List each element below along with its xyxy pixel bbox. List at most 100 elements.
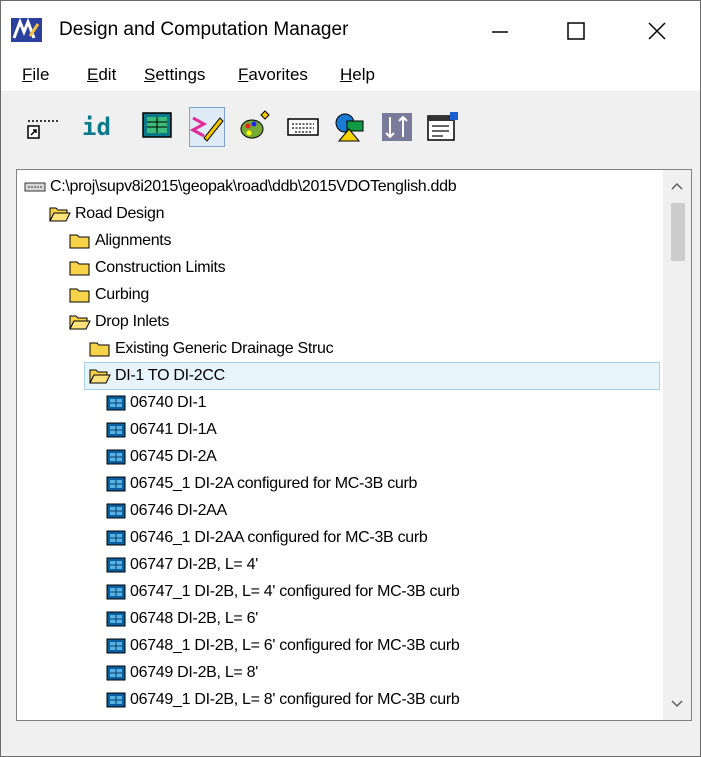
shapes-button[interactable] <box>331 107 367 147</box>
draw-icon <box>189 116 224 142</box>
tree-item-node[interactable]: 06745 DI-2A <box>106 445 217 469</box>
tree-item-node[interactable]: 06747_1 DI-2B, L= 4' configured for MC-3… <box>106 580 460 604</box>
tree-node-label: Alignments <box>95 232 172 249</box>
folder-open-icon <box>69 315 91 330</box>
minimize-button[interactable] <box>468 9 532 53</box>
tree-node-label: 06740 DI-1 <box>130 394 207 411</box>
tree-node-label: 06747 DI-2B, L= 4' <box>130 556 258 573</box>
tree-item-node[interactable]: 06740 DI-1 <box>106 391 206 415</box>
tree-folder-node[interactable]: Alignments <box>69 229 171 253</box>
tree-item-node[interactable]: 06749 DI-2B, L= 8' <box>106 661 258 685</box>
item-icon <box>106 665 126 681</box>
item-icon <box>106 584 126 600</box>
measure-button[interactable] <box>25 107 61 147</box>
maximize-button[interactable] <box>544 9 608 53</box>
tree-folder-node[interactable]: Curbing <box>69 283 149 307</box>
scroll-up-button[interactable] <box>663 172 691 200</box>
menu-bar: File Edit Settings Favorites Help <box>1 56 700 91</box>
tree-folder-node[interactable]: Road Design <box>49 202 165 226</box>
app-logo-icon <box>11 18 42 42</box>
menu-settings[interactable]: Settings <box>144 65 205 85</box>
tree-node-label: 06748_1 DI-2B, L= 6' configured for MC-3… <box>130 637 460 654</box>
item-icon <box>106 692 126 708</box>
display-icon <box>142 112 172 138</box>
chevron-down-icon <box>671 700 683 708</box>
scroll-down-button[interactable] <box>663 690 691 718</box>
close-button[interactable] <box>625 9 689 53</box>
tree-node-label: 06741 DI-1A <box>130 421 217 438</box>
keyin-icon <box>287 118 319 136</box>
item-icon <box>106 557 126 573</box>
tree-item-node[interactable]: 06748 DI-2B, L= 6' <box>106 607 258 631</box>
vertical-scrollbar[interactable] <box>663 170 691 720</box>
tree-root-node[interactable]: C:\proj\supv8i2015\geopak\road\ddb\2015V… <box>24 175 457 199</box>
palette-button[interactable] <box>237 107 273 147</box>
folder-icon <box>69 288 90 303</box>
tree-item-node[interactable]: 06749_1 DI-2B, L= 8' configured for MC-3… <box>106 688 460 712</box>
tree-item-node[interactable]: 06748_1 DI-2B, L= 6' configured for MC-3… <box>106 634 460 658</box>
item-icon <box>106 638 126 654</box>
window-title: Design and Computation Manager <box>59 19 349 40</box>
svg-text:id: id <box>82 113 111 141</box>
tree-node-label: 06746 DI-2AA <box>130 502 227 519</box>
scroll-thumb[interactable] <box>671 203 685 261</box>
keyin-button[interactable] <box>285 107 321 147</box>
folder-open-icon <box>89 369 111 384</box>
tree-item-node[interactable]: 06747 DI-2B, L= 4' <box>106 553 258 577</box>
tree-node-label: C:\proj\supv8i2015\geopak\road\ddb\2015V… <box>50 178 457 195</box>
tree-folder-node[interactable]: Existing Generic Drainage Struc <box>89 337 334 361</box>
tree-item-node[interactable]: 06746_1 DI-2AA configured for MC-3B curb <box>106 526 428 550</box>
app-window: Design and Computation Manager File Edit… <box>0 0 701 757</box>
close-icon <box>648 22 666 40</box>
tree-node-label: DI-1 TO DI-2CC <box>115 367 225 384</box>
tree-node-label: 06749_1 DI-2B, L= 8' configured for MC-3… <box>130 691 460 708</box>
folder-icon <box>69 261 90 276</box>
menu-file[interactable]: File <box>22 65 49 85</box>
id-button[interactable]: id <box>77 107 127 147</box>
minimize-icon <box>492 31 508 33</box>
item-icon <box>106 611 126 627</box>
measure-icon <box>27 120 58 139</box>
tree-view[interactable]: C:\proj\supv8i2015\geopak\road\ddb\2015V… <box>16 169 692 721</box>
item-icon <box>106 530 126 546</box>
item-icon <box>106 395 126 411</box>
tree-item-node[interactable]: 06745_1 DI-2A configured for MC-3B curb <box>106 472 417 496</box>
item-icon <box>106 476 126 492</box>
tree-folder-node-selected[interactable]: DI-1 TO DI-2CC <box>84 362 660 390</box>
tree-node-label: Construction Limits <box>95 259 226 276</box>
folder-icon <box>89 342 110 357</box>
folder-open-icon <box>49 207 71 222</box>
tree-node-label: Curbing <box>95 286 149 303</box>
tree-item-node[interactable]: 06746 DI-2AA <box>106 499 227 523</box>
shapes-icon <box>335 113 364 142</box>
display-button[interactable] <box>139 107 175 147</box>
item-icon <box>106 503 126 519</box>
tree-folder-node[interactable]: Drop Inlets <box>69 310 169 334</box>
tree-node-label: Drop Inlets <box>95 313 170 330</box>
menu-favorites[interactable]: Favorites <box>238 65 308 85</box>
palette-icon <box>240 110 270 139</box>
status-bar <box>1 722 700 756</box>
menu-edit[interactable]: Edit <box>87 65 116 85</box>
properties-button[interactable] <box>425 107 461 147</box>
tree-node-label: 06745_1 DI-2A configured for MC-3B curb <box>130 475 418 492</box>
item-icon <box>106 449 126 465</box>
chevron-up-icon <box>671 182 683 190</box>
tree-folder-node[interactable]: Construction Limits <box>69 256 226 280</box>
sort-button[interactable] <box>379 107 415 147</box>
id-icon: id <box>82 113 111 141</box>
item-icon <box>106 422 126 438</box>
tree-node-label: Road Design <box>75 205 165 222</box>
draw-button[interactable] <box>189 107 225 147</box>
tree-node-label: 06747_1 DI-2B, L= 4' configured for MC-3… <box>130 583 460 600</box>
menu-help[interactable]: Help <box>340 65 375 85</box>
tree-node-label: Existing Generic Drainage Struc <box>115 340 334 357</box>
tree-node-label: 06746_1 DI-2AA configured for MC-3B curb <box>130 529 428 546</box>
maximize-icon <box>567 22 585 40</box>
tree-node-label: 06745 DI-2A <box>130 448 217 465</box>
title-bar[interactable]: Design and Computation Manager <box>1 1 700 56</box>
properties-icon <box>427 112 458 141</box>
tree-item-node[interactable]: 06741 DI-1A <box>106 418 217 442</box>
drive-icon <box>24 182 46 192</box>
tree-node-label: 06749 DI-2B, L= 8' <box>130 664 258 681</box>
